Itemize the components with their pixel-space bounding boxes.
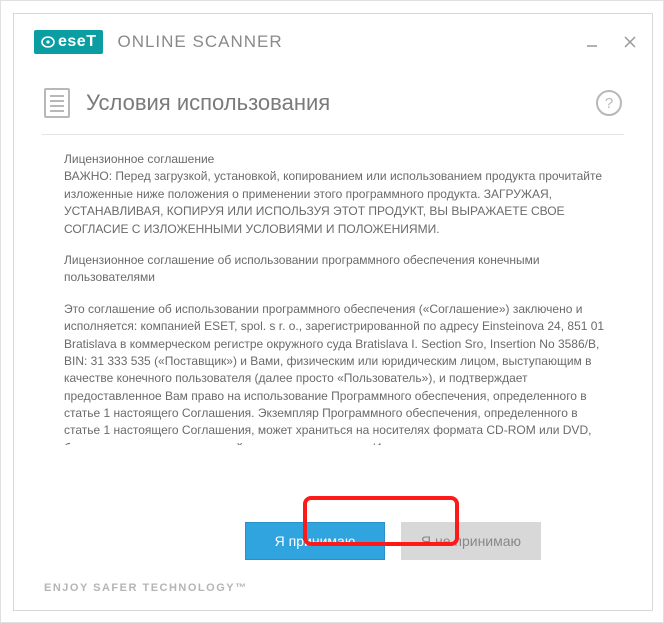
help-icon: ? — [605, 95, 613, 112]
close-button[interactable] — [620, 32, 640, 52]
document-icon — [44, 88, 70, 118]
license-paragraph: Это соглашение об использовании программ… — [64, 301, 614, 445]
close-icon — [624, 36, 636, 48]
eset-logo: eseT — [34, 30, 103, 54]
app-window: eseT ONLINE SCANNER Условия использовани… — [13, 13, 653, 611]
heading-row: Условия использования ? — [14, 70, 652, 134]
logo-mark-icon — [41, 35, 55, 49]
page-title: Условия использования — [86, 90, 330, 116]
accept-button[interactable]: Я принимаю — [245, 522, 385, 560]
decline-button[interactable]: Я не принимаю — [401, 522, 541, 560]
help-button[interactable]: ? — [596, 90, 622, 116]
window-controls — [582, 32, 640, 52]
license-text-area[interactable]: Лицензионное соглашение ВАЖНО: Перед заг… — [42, 145, 624, 445]
minimize-button[interactable] — [582, 32, 602, 52]
license-paragraph: Лицензионное соглашение ВАЖНО: Перед заг… — [64, 151, 614, 238]
minimize-icon — [586, 36, 598, 48]
separator — [42, 134, 624, 135]
titlebar: eseT ONLINE SCANNER — [14, 14, 652, 70]
logo-text: eseT — [58, 33, 96, 51]
footer-tagline: ENJOY SAFER TECHNOLOGY™ — [14, 570, 652, 610]
button-row: Я принимаю Я не принимаю — [74, 504, 664, 570]
app-title: ONLINE SCANNER — [117, 32, 282, 52]
license-paragraph: Лицензионное соглашение об использовании… — [64, 252, 614, 287]
